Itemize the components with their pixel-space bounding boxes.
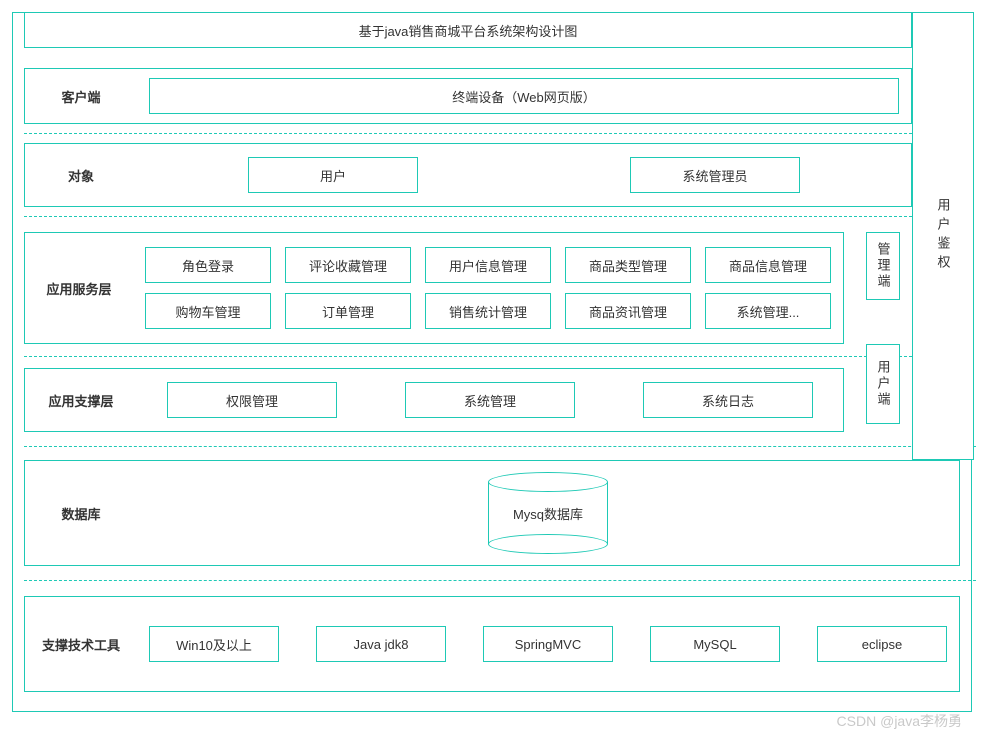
pill-admin-label: 管理端 — [874, 242, 893, 290]
box-mysql: MySQL — [650, 626, 780, 662]
box-eclipse: eclipse — [817, 626, 947, 662]
box-product-info: 商品信息管理 — [705, 247, 831, 283]
diagram-title: 基于java销售商城平台系统架构设计图 — [24, 12, 912, 48]
lane-object: 对象 用户 系统管理员 — [24, 143, 912, 207]
pill-admin-end: 管理端 — [866, 232, 900, 300]
lane-label-service: 应用服务层 — [25, 233, 133, 343]
lane-label-object: 对象 — [25, 144, 137, 206]
pill-user-end: 用户端 — [866, 344, 900, 424]
lane-label-client: 客户端 — [25, 69, 137, 123]
box-terminal-device: 终端设备（Web网页版） — [149, 78, 899, 114]
watermark-text: CSDN @java李杨勇 — [837, 711, 962, 731]
side-auth-box: 用户鉴权 — [912, 12, 974, 460]
db-label: Mysq数据库 — [513, 504, 583, 523]
box-product-type: 商品类型管理 — [565, 247, 691, 283]
lane-label-db: 数据库 — [25, 461, 137, 565]
box-sales-stat: 销售统计管理 — [425, 293, 551, 329]
box-sys-log: 系统日志 — [643, 382, 813, 418]
lane-label-tech: 支撑技术工具 — [25, 597, 137, 691]
box-order: 订单管理 — [285, 293, 411, 329]
lane-support: 应用支撑层 权限管理 系统管理 系统日志 — [24, 368, 844, 432]
box-jdk8: Java jdk8 — [316, 626, 446, 662]
diagram-title-text: 基于java销售商城平台系统架构设计图 — [359, 21, 578, 40]
box-sys-mgmt2: 系统管理 — [405, 382, 575, 418]
divider — [24, 133, 912, 134]
cylinder-db: Mysq数据库 — [488, 472, 608, 554]
box-admin: 系统管理员 — [630, 157, 800, 193]
lane-label-support: 应用支撑层 — [25, 369, 137, 431]
side-auth-label: 用户鉴权 — [934, 198, 953, 274]
box-user: 用户 — [248, 157, 418, 193]
divider — [24, 580, 976, 581]
lane-tech: 支撑技术工具 Win10及以上 Java jdk8 SpringMVC MySQ… — [24, 596, 960, 692]
lane-service: 应用服务层 角色登录 评论收藏管理 用户信息管理 商品类型管理 商品信息管理 购… — [24, 232, 844, 344]
box-review-fav: 评论收藏管理 — [285, 247, 411, 283]
lane-client: 客户端 终端设备（Web网页版） — [24, 68, 912, 124]
divider — [24, 356, 912, 357]
box-cart: 购物车管理 — [145, 293, 271, 329]
box-win10: Win10及以上 — [149, 626, 279, 662]
box-role-login: 角色登录 — [145, 247, 271, 283]
box-product-news: 商品资讯管理 — [565, 293, 691, 329]
box-user-info: 用户信息管理 — [425, 247, 551, 283]
lane-db: 数据库 Mysq数据库 — [24, 460, 960, 566]
box-sys-mgmt: 系统管理... — [705, 293, 831, 329]
box-perm-mgmt: 权限管理 — [167, 382, 337, 418]
box-springmvc: SpringMVC — [483, 626, 613, 662]
divider — [24, 446, 976, 447]
divider — [24, 216, 912, 217]
pill-user-label: 用户端 — [874, 360, 893, 408]
